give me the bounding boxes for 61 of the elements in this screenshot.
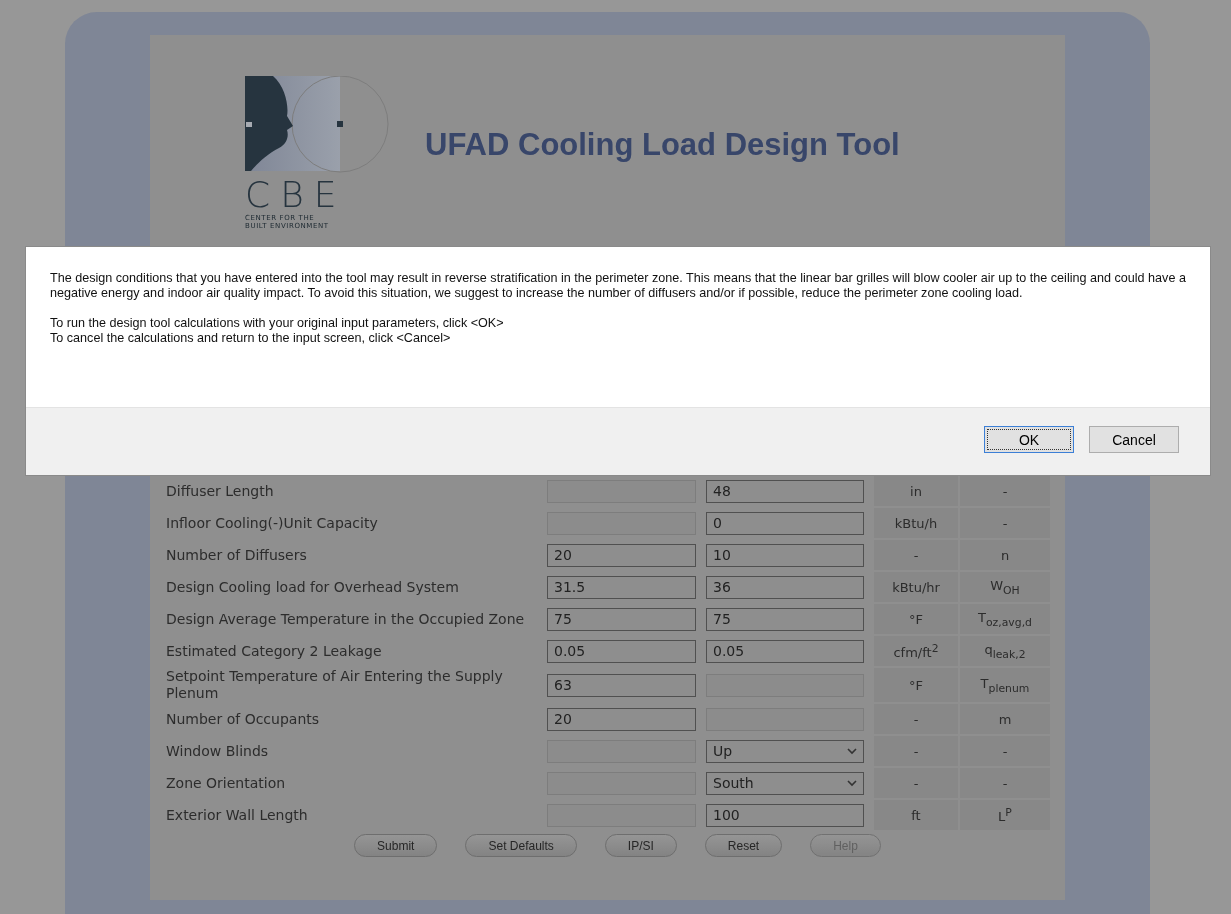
field-label: Number of Occupants [165,709,321,729]
unit-cell: °F [874,604,958,634]
symbol-cell: T$_{oz,avg,d}$ [960,604,1050,634]
form-button[interactable]: IP/SI [604,834,677,857]
symbol-cell: q$_{leak,2}$ [960,636,1050,666]
dialog-button[interactable]: OK [984,426,1074,453]
input-field[interactable]: 75 [706,607,864,631]
dropdown-field[interactable]: South [706,771,864,795]
dropdown-field[interactable]: Up [706,739,864,763]
chevron-down-icon [847,779,857,787]
field-label: Design Cooling load for Overhead System [165,577,460,597]
form-button[interactable]: Reset [704,834,783,857]
input-field[interactable]: 10 [706,543,864,567]
symbol-cell: n [960,540,1050,570]
symbol-cell: - [960,736,1050,766]
input-field[interactable]: 63 [547,673,696,697]
input-field[interactable]: 36 [706,575,864,599]
symbol-cell: T$_{plenum}$ [960,668,1050,702]
symbol-cell: m [960,704,1050,734]
field-label: Number of Diffusers [165,545,308,565]
unit-cell: kBtu/h [874,508,958,538]
form-button[interactable]: Set Defaults [465,834,577,857]
dialog-message: To cancel the calculations and return to the input screen, click <Cancel> [50,331,452,346]
field-label: Zone Orientation [165,773,287,793]
input-field[interactable]: 100 [706,803,864,827]
dialog-message: The design conditions that you have entered into the tool may result in reverse stratification in the perimeter zone. This means that the linear bar grilles will blow cooler air up to the ceiling and could have a negative energy and indoor air quality impact. To avoid this situation, we suggest to increase the number of diffusers and/or if possible, reduce the perimeter zone cooling load. [50,271,1186,301]
symbol-cell: - [960,508,1050,538]
unit-cell: ft [874,800,958,830]
field-label: Exterior Wall Length [165,805,309,825]
input-field[interactable]: 20 [547,543,696,567]
input-field[interactable]: 48 [706,479,864,503]
dialog-button[interactable]: Cancel [1089,426,1179,453]
unit-cell: - [874,540,958,570]
field-label: Estimated Category 2 Leakage [165,641,383,661]
input-field[interactable]: 0.05 [706,639,864,663]
input-field[interactable]: 75 [547,607,696,631]
logo-letters: CBE [245,176,347,214]
field-label: Design Average Temperature in the Occupied Zone [165,609,526,629]
symbol-cell: W$_{OH}$ [960,572,1050,602]
unit-cell: in [874,476,958,506]
field-label: Window Blinds [165,741,270,761]
symbol-cell: - [960,476,1050,506]
unit-cell: °F [874,668,958,702]
field-label: Setpoint Temperature of Air Entering the Supply Plenum [165,668,504,702]
unit-cell: - [874,768,958,798]
unit-cell: kBtu/hr [874,572,958,602]
symbol-cell: - [960,768,1050,798]
form-button[interactable]: Submit [354,834,438,857]
unit-cell: - [874,736,958,766]
input-field[interactable]: 0 [706,511,864,535]
chevron-down-icon [847,747,857,755]
input-field[interactable]: 31.5 [547,575,696,599]
input-field[interactable]: 20 [547,707,696,731]
field-label: Infloor Cooling(-)Unit Capacity [165,513,379,533]
dialog-message: To run the design tool calculations with your original input parameters, click <OK> [50,316,505,331]
symbol-cell: L$^{P}$ [960,800,1050,830]
page-title: UFAD Cooling Load Design Tool [425,127,900,163]
field-label: Diffuser Length [165,481,275,501]
unit-cell: - [874,704,958,734]
unit-cell: cfm/ft$^{2}$ [874,636,958,666]
input-field[interactable]: 0.05 [547,639,696,663]
